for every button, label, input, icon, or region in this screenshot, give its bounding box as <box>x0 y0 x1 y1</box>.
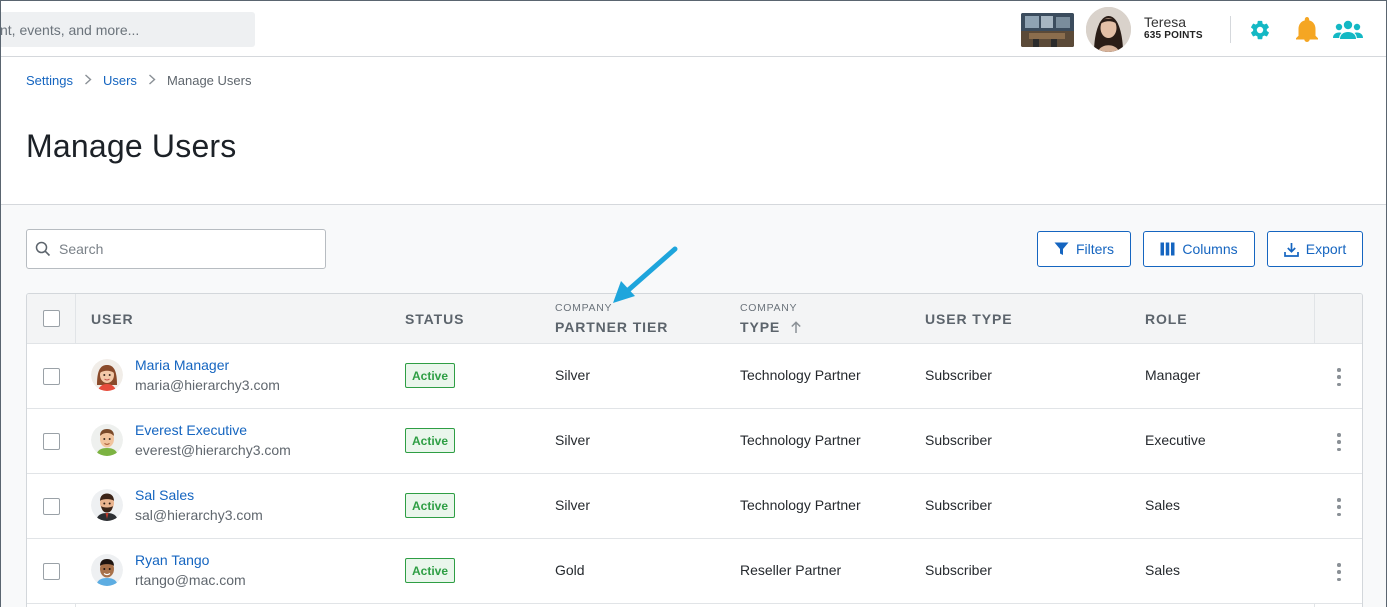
table-row: Everest Executive everest@hierarchy3.com… <box>27 409 1362 474</box>
partner-tier-cell: Gold <box>555 562 585 578</box>
col-header-partner-tier-prefix: COMPANY <box>555 302 613 314</box>
select-all-checkbox[interactable] <box>43 310 60 327</box>
bell-icon[interactable] <box>1294 17 1320 43</box>
user-points: 635 POINTS <box>1144 30 1203 41</box>
table-row: Ryan Tango rtango@mac.com Active Gold Re… <box>27 539 1362 604</box>
user-email: maria@hierarchy3.com <box>135 377 280 393</box>
gear-icon[interactable] <box>1247 17 1273 43</box>
row-menu-kebab-icon[interactable] <box>1330 431 1348 453</box>
user-name-link[interactable]: Sal Sales <box>135 487 194 503</box>
table-header: USER STATUS COMPANY PARTNER TIER COMPANY… <box>27 294 1362 344</box>
company-type-cell: Technology Partner <box>740 432 861 448</box>
user-search[interactable] <box>26 229 326 269</box>
avatar <box>91 489 123 521</box>
filters-label: Filters <box>1075 241 1115 257</box>
user-name: Teresa <box>1144 14 1187 30</box>
col-header-partner-tier[interactable]: PARTNER TIER <box>555 319 668 335</box>
top-bar: nt, events, and more... Teresa 635 POINT… <box>1 1 1386 57</box>
col-header-type[interactable]: TYPE <box>740 319 780 335</box>
columns-label: Columns <box>1182 241 1238 257</box>
export-label: Export <box>1305 241 1347 257</box>
role-cell: Executive <box>1145 432 1206 448</box>
partner-tier-cell: Silver <box>555 497 591 513</box>
company-type-cell: Technology Partner <box>740 497 861 513</box>
page-title: Manage Users <box>26 128 237 164</box>
user-type-cell: Subscriber <box>925 367 992 383</box>
user-name-link[interactable]: Maria Manager <box>135 357 229 373</box>
role-cell: Manager <box>1145 367 1201 383</box>
row-checkbox[interactable] <box>43 433 60 450</box>
sort-ascending-icon[interactable] <box>790 321 802 334</box>
columns-button[interactable]: Columns <box>1143 231 1255 267</box>
row-checkbox[interactable] <box>43 563 60 580</box>
col-header-type-prefix: COMPANY <box>740 302 798 314</box>
user-type-cell: Subscriber <box>925 497 992 513</box>
user-email: sal@hierarchy3.com <box>135 507 263 523</box>
partner-tier-cell: Silver <box>555 367 591 383</box>
content-panel: Filters Columns Export USER STATUS COMP <box>1 204 1386 607</box>
filter-icon <box>1054 242 1069 255</box>
download-icon <box>1283 242 1299 257</box>
workspace-thumbnail[interactable] <box>1021 13 1074 47</box>
partner-tier-cell: Silver <box>555 432 591 448</box>
annotation-arrow-icon <box>613 246 678 303</box>
breadcrumb-settings[interactable]: Settings <box>26 73 73 88</box>
global-search-text: nt, events, and more... <box>0 22 140 38</box>
app-window: nt, events, and more... Teresa 635 POINT… <box>0 0 1387 607</box>
avatar <box>91 359 123 391</box>
user-type-cell: Subscriber <box>925 562 992 578</box>
columns-icon <box>1160 242 1175 256</box>
chevron-right-icon <box>84 73 92 88</box>
company-type-cell: Reseller Partner <box>740 562 842 578</box>
status-badge: Active <box>405 428 456 453</box>
company-type-cell: Technology Partner <box>740 367 861 383</box>
export-button[interactable]: Export <box>1267 231 1363 267</box>
chevron-right-icon <box>148 73 156 88</box>
status-badge: Active <box>405 363 456 388</box>
breadcrumb-current: Manage Users <box>166 73 252 88</box>
header-divider <box>1230 16 1231 43</box>
breadcrumb: Settings Users Manage Users <box>26 73 251 88</box>
user-email: rtango@mac.com <box>135 572 246 588</box>
users-icon[interactable] <box>1333 17 1363 43</box>
user-type-cell: Subscriber <box>925 432 992 448</box>
row-checkbox[interactable] <box>43 368 60 385</box>
col-header-user[interactable]: USER <box>91 311 134 327</box>
avatar <box>91 424 123 456</box>
breadcrumb-users[interactable]: Users <box>103 73 137 88</box>
user-avatar[interactable] <box>1086 7 1131 52</box>
avatar <box>91 554 123 586</box>
row-menu-kebab-icon[interactable] <box>1330 561 1348 583</box>
users-table: USER STATUS COMPANY PARTNER TIER COMPANY… <box>26 293 1363 607</box>
col-header-role[interactable]: ROLE <box>1145 311 1188 327</box>
search-icon <box>35 241 51 257</box>
table-row: Sal Sales sal@hierarchy3.com Active Silv… <box>27 474 1362 539</box>
row-menu-kebab-icon[interactable] <box>1330 366 1348 388</box>
status-badge: Active <box>405 493 456 518</box>
row-menu-kebab-icon[interactable] <box>1330 496 1348 518</box>
role-cell: Sales <box>1145 562 1181 578</box>
row-checkbox[interactable] <box>43 498 60 515</box>
user-name-link[interactable]: Everest Executive <box>135 422 247 438</box>
role-cell: Sales <box>1145 497 1181 513</box>
col-header-user-type[interactable]: USER TYPE <box>925 311 1012 327</box>
user-email: everest@hierarchy3.com <box>135 442 291 458</box>
table-row: Maria Manager maria@hierarchy3.com Activ… <box>27 344 1362 409</box>
global-search-input[interactable]: nt, events, and more... <box>0 12 255 47</box>
status-badge: Active <box>405 558 456 583</box>
search-input[interactable] <box>59 241 299 257</box>
col-header-status[interactable]: STATUS <box>405 311 464 327</box>
filters-button[interactable]: Filters <box>1037 231 1131 267</box>
user-name-link[interactable]: Ryan Tango <box>135 552 209 568</box>
